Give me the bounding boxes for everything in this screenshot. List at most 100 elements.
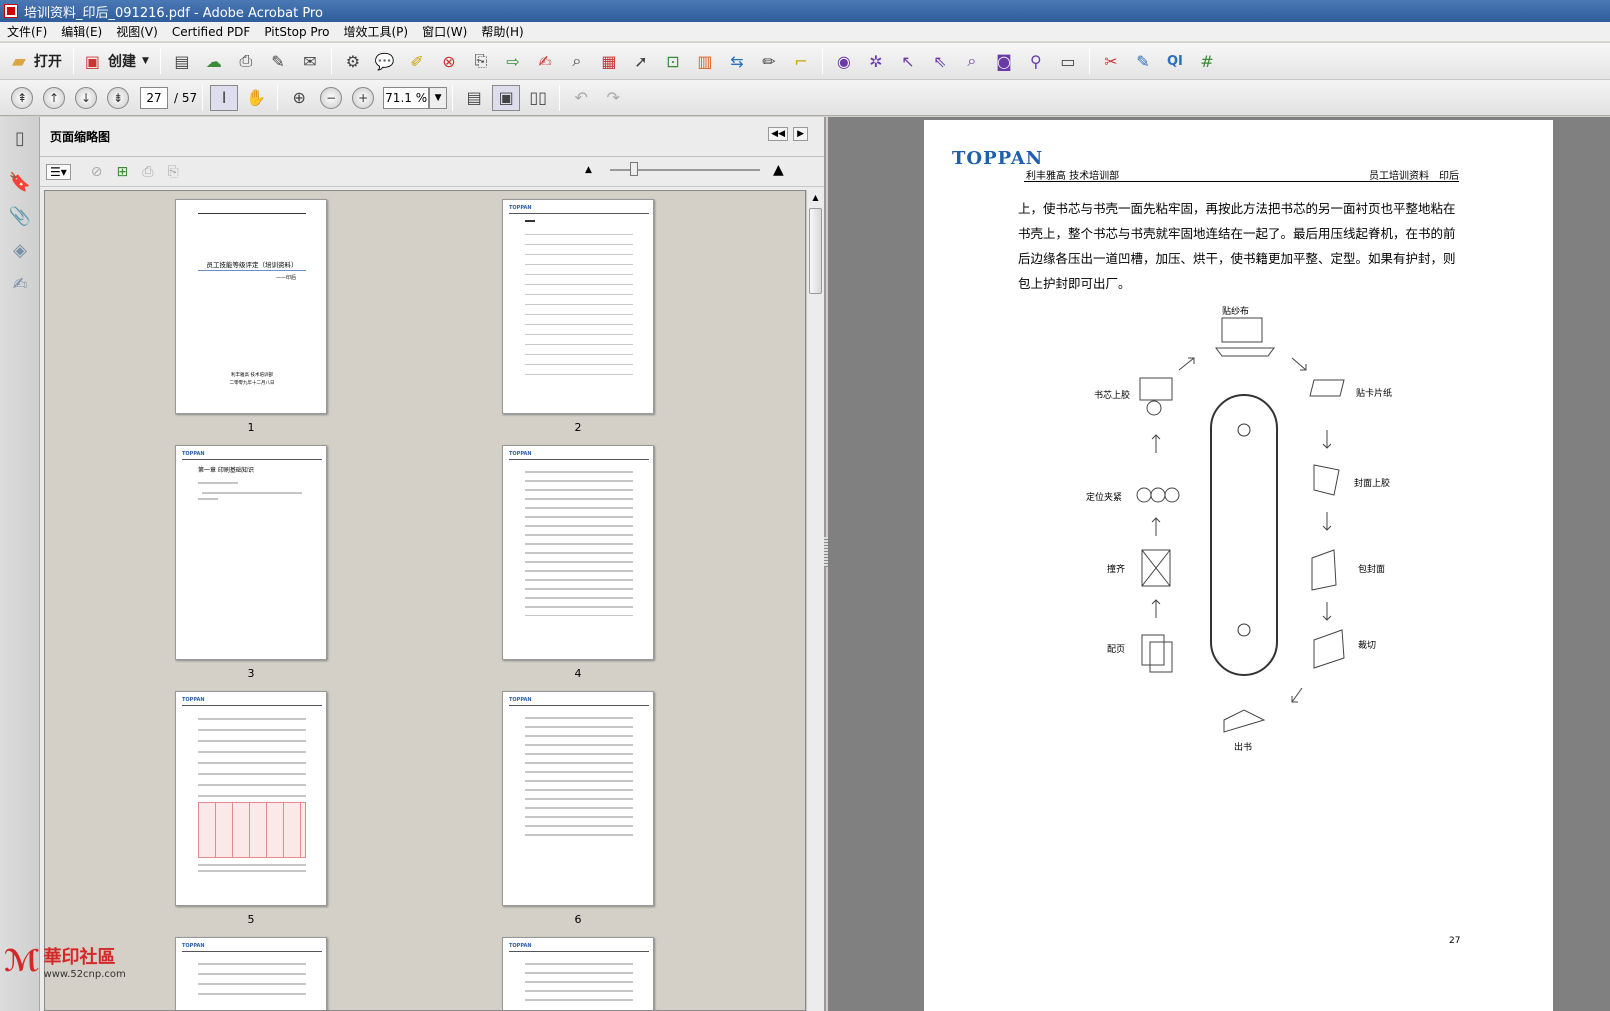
thumbnail-page-6[interactable]: TOPPAN bbox=[502, 691, 654, 906]
splitter-handle[interactable] bbox=[824, 537, 828, 567]
gear-icon[interactable]: ⚙ bbox=[339, 48, 367, 74]
attach-icon[interactable]: ⎘ bbox=[467, 48, 495, 74]
menu-view[interactable]: 视图(V) bbox=[109, 23, 165, 40]
thumbnail-page-1[interactable]: 员工技能等级评定（培训资料） ——印后 利丰雅高 技术培训部 二零零九年十二月八… bbox=[175, 199, 327, 414]
open-button[interactable]: ▰ 打开 bbox=[6, 47, 68, 75]
paper-size-table bbox=[198, 802, 306, 858]
extract-page-icon[interactable]: ⎘ bbox=[167, 164, 178, 180]
last-page-icon[interactable]: ⇟ bbox=[107, 86, 129, 109]
color-icon[interactable]: ▥ bbox=[691, 48, 719, 74]
thumbnail-page-7[interactable]: TOPPAN bbox=[175, 937, 327, 1010]
collapse-panel-icon[interactable]: ◀◀ bbox=[768, 127, 788, 141]
bookmark-icon[interactable]: 🔖 bbox=[7, 169, 33, 195]
select-object-icon[interactable]: ➚ bbox=[627, 48, 655, 74]
first-page-icon[interactable]: ⇞ bbox=[11, 86, 33, 109]
thumbnail-page-3[interactable]: TOPPAN 第一章 印刷基础知识 bbox=[175, 445, 327, 660]
zoom-in-icon[interactable]: + bbox=[352, 86, 375, 109]
pin-icon[interactable]: ⚲ bbox=[1022, 48, 1050, 74]
delete-page-icon[interactable]: ⊗ bbox=[435, 48, 463, 74]
thumbnail-page-8[interactable]: TOPPAN bbox=[502, 937, 654, 1010]
sign-icon[interactable]: ✍ bbox=[531, 48, 559, 74]
touchup-icon[interactable]: ✏ bbox=[755, 48, 783, 74]
arrow-select-icon[interactable]: ↖ bbox=[894, 48, 922, 74]
options-menu-icon[interactable]: ☰▾ bbox=[46, 163, 71, 180]
print-page-icon[interactable]: ⎙ bbox=[142, 164, 153, 180]
page-number-input[interactable]: 27 bbox=[140, 86, 168, 109]
navigation-pane-strip: ▯ 🔖 📎 ◈ ✍ bbox=[0, 117, 40, 1011]
upload-icon[interactable]: ☁ bbox=[200, 48, 228, 74]
export-icon[interactable]: ⇨ bbox=[499, 48, 527, 74]
inspect-icon[interactable]: ⌕ bbox=[958, 48, 986, 74]
menu-pitstop-pro[interactable]: PitStop Pro bbox=[257, 25, 336, 39]
crop-icon[interactable]: ⌐ bbox=[787, 48, 815, 74]
scroll-up-icon[interactable]: ▲ bbox=[807, 190, 824, 206]
scrolling-mode-icon[interactable]: ▤ bbox=[460, 85, 488, 111]
menu-plugins[interactable]: 增效工具(P) bbox=[336, 23, 415, 40]
print-icon[interactable]: ⎙ bbox=[232, 48, 260, 74]
zoom-dropdown-icon[interactable]: ▼ bbox=[429, 86, 448, 109]
thumbnails-container[interactable]: 员工技能等级评定（培训资料） ——印后 利丰雅高 技术培训部 二零零九年十二月八… bbox=[44, 190, 806, 1011]
email-icon[interactable]: ✉ bbox=[296, 48, 324, 74]
thumbnail-page-4[interactable]: TOPPAN bbox=[502, 445, 654, 660]
document-view[interactable]: TOPPAN 利丰雅高 技术培训部 员工培训资料 印后 上，使书芯与书壳一面先粘… bbox=[824, 117, 1610, 1011]
signature-icon[interactable]: ✍ bbox=[7, 271, 33, 297]
rotate-cw-icon[interactable]: ↷ bbox=[599, 85, 627, 111]
thumbnail-page-5[interactable]: TOPPAN bbox=[175, 691, 327, 906]
menu-bar: 文件(F) 编辑(E) 视图(V) Certified PDF PitStop … bbox=[0, 22, 1610, 42]
next-page-icon[interactable]: ↓ bbox=[75, 86, 97, 109]
delete-thumbnail-icon[interactable]: ⊘ bbox=[91, 164, 103, 180]
select-text-icon[interactable]: I bbox=[210, 84, 239, 111]
watermark: ℳ 華印社區 www.52cnp.com bbox=[4, 941, 126, 981]
paperclip-icon[interactable]: 📎 bbox=[7, 203, 33, 229]
marquee-zoom-icon[interactable]: ⊕ bbox=[285, 85, 313, 111]
separator bbox=[202, 84, 204, 111]
thumbnail-label: 4 bbox=[574, 667, 582, 680]
qi-icon[interactable]: QI bbox=[1161, 48, 1189, 74]
expand-panel-icon[interactable]: ▶ bbox=[793, 127, 808, 141]
output-preview-icon[interactable]: ▦ bbox=[595, 48, 623, 74]
highlight-icon[interactable]: ✐ bbox=[403, 48, 431, 74]
menu-certified-pdf[interactable]: Certified PDF bbox=[165, 25, 258, 39]
slider-handle[interactable] bbox=[630, 162, 638, 176]
preflight-icon[interactable]: ⌕ bbox=[563, 48, 591, 74]
text-line bbox=[198, 482, 238, 484]
comment-icon[interactable]: 💬 bbox=[371, 48, 399, 74]
grid-icon[interactable]: # bbox=[1193, 48, 1221, 74]
arrow-multi-icon[interactable]: ⇖ bbox=[926, 48, 954, 74]
zoom-input[interactable]: 71.1 % bbox=[383, 86, 430, 109]
watermark-text: 華印社區 bbox=[43, 946, 116, 968]
menu-window[interactable]: 窗口(W) bbox=[415, 23, 474, 40]
inbox-icon[interactable]: ⊡ bbox=[659, 48, 687, 74]
create-button[interactable]: ▣ 创建 ▼ bbox=[79, 47, 155, 75]
camera-icon[interactable]: ◙ bbox=[990, 48, 1018, 74]
two-page-icon[interactable]: ▯▯ bbox=[524, 85, 552, 111]
divider bbox=[509, 951, 649, 952]
edit-icon[interactable]: ✎ bbox=[264, 48, 292, 74]
enlarge-thumbnails-icon[interactable]: ▲ bbox=[773, 162, 784, 178]
label-trimming: 裁切 bbox=[1358, 641, 1377, 651]
scroll-thumb[interactable] bbox=[809, 208, 822, 294]
menu-help[interactable]: 帮助(H) bbox=[474, 23, 530, 40]
zoom-out-icon[interactable]: − bbox=[320, 86, 343, 109]
thumbnails-scrollbar[interactable]: ▲ bbox=[806, 190, 824, 1011]
menu-file[interactable]: 文件(F) bbox=[0, 23, 54, 40]
thumbnail-page-2[interactable]: TOPPAN bbox=[502, 199, 654, 414]
previous-page-icon[interactable]: ↑ bbox=[43, 86, 65, 109]
globe-icon[interactable]: ◉ bbox=[830, 48, 858, 74]
save-icon[interactable]: ▤ bbox=[168, 48, 196, 74]
rotate-ccw-icon[interactable]: ↶ bbox=[567, 85, 595, 111]
layers-icon[interactable]: ◈ bbox=[7, 237, 33, 263]
page-thumbnails-icon[interactable]: ▯ bbox=[7, 125, 33, 151]
convert-icon[interactable]: ⇆ bbox=[723, 48, 751, 74]
menu-edit[interactable]: 编辑(E) bbox=[54, 23, 109, 40]
ruler-icon[interactable]: ▭ bbox=[1054, 48, 1082, 74]
label-casing: 包封面 bbox=[1358, 565, 1386, 575]
shrink-thumbnails-icon[interactable]: ▲ bbox=[585, 165, 592, 175]
fit-page-icon[interactable]: ▣ bbox=[492, 84, 521, 111]
settings-icon[interactable]: ✲ bbox=[862, 48, 890, 74]
pitstop-inspect-icon[interactable]: ✎ bbox=[1129, 48, 1157, 74]
hand-tool-icon[interactable]: ✋ bbox=[242, 85, 270, 111]
pitstop-edit-icon[interactable]: ✂ bbox=[1097, 48, 1125, 74]
thumbnail-subtitle: ——印后 bbox=[276, 275, 297, 281]
insert-page-icon[interactable]: ⊞ bbox=[117, 164, 129, 180]
